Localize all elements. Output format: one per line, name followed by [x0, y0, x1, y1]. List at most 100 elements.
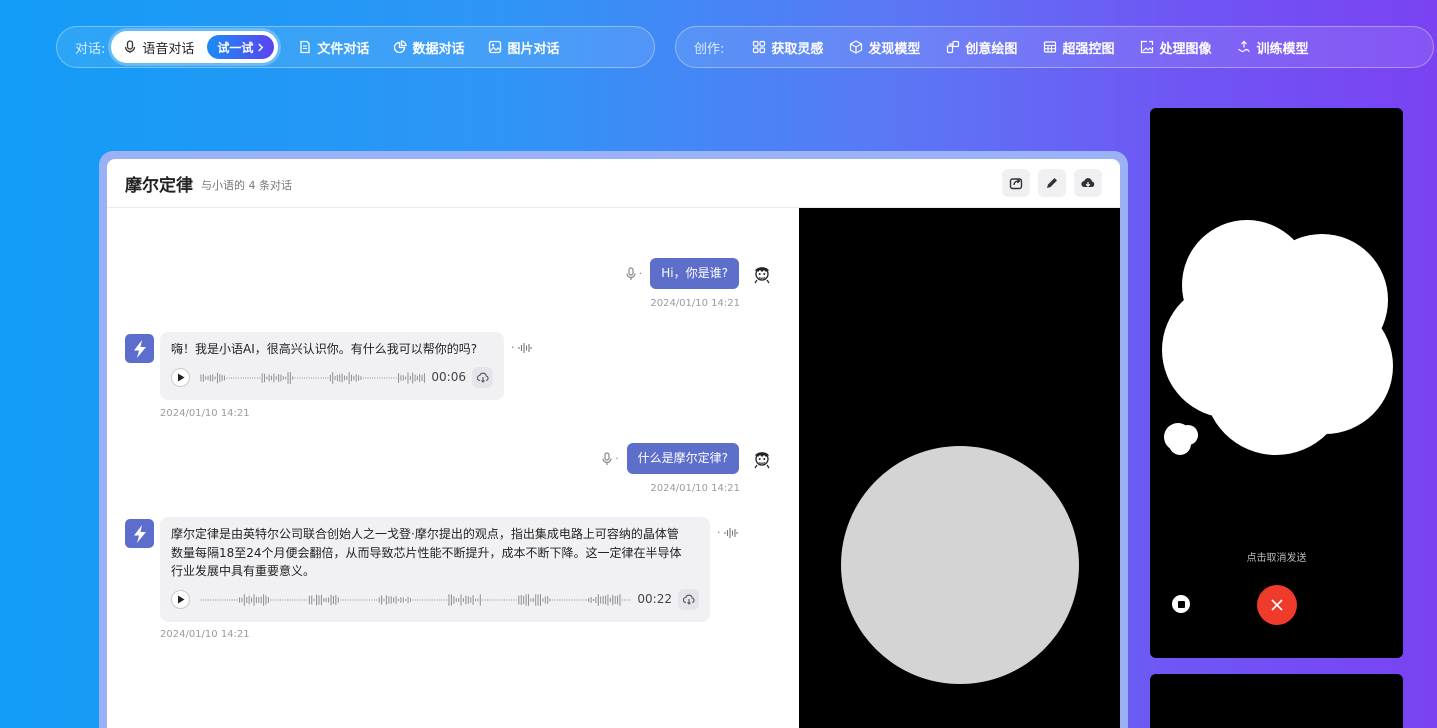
voice-input-marker: ·: [601, 451, 619, 466]
ai-message-text: 嗨！我是小语AI，很高兴认识你。有什么我可以帮你的吗?: [171, 342, 478, 356]
nav-file-dialog-label: 文件对话: [317, 41, 370, 57]
try-button-label: 试一试: [217, 40, 254, 55]
ai-bubble: 摩尔定律是由英特尔公司联合创始人之一戈登·摩尔提出的观点，指出集成电路上可容纳的…: [160, 517, 710, 622]
nav-image-dialog[interactable]: 图片对话: [488, 38, 559, 57]
thought-bubble-graphic: [1162, 220, 1393, 455]
message-timestamp: 2024/01/10 14:21: [650, 483, 740, 494]
file-icon: [300, 40, 311, 54]
nav-control-image-label: 超强控图: [1062, 41, 1115, 57]
voice-output-marker: ·: [717, 526, 738, 539]
camera-preview: [799, 208, 1120, 728]
audio-waveform: [200, 371, 425, 384]
nav-image-dialog-label: 图片对话: [507, 41, 560, 57]
edit-icon: [1047, 178, 1057, 188]
lightning-icon: [133, 524, 146, 543]
chat-title: 摩尔定律: [125, 175, 193, 196]
layout-icon: [1044, 41, 1057, 53]
nav-inspiration-label: 获取灵感: [771, 41, 824, 57]
secondary-panel: [1150, 674, 1403, 728]
voice-input-marker: ·: [625, 266, 642, 281]
user-bubble: Hi，你是谁?: [650, 258, 739, 289]
chat-header-actions: [1002, 169, 1102, 197]
message-timestamp: 2024/01/10 14:21: [160, 408, 250, 419]
cancel-send-button[interactable]: [1257, 585, 1297, 625]
play-icon: [177, 373, 184, 382]
ai-message-line: 行业发展中具有重要意义。: [171, 564, 316, 578]
message-timestamp: 2024/01/10 14:21: [650, 298, 740, 309]
image-icon: [489, 40, 502, 54]
nav-voice-dialog-label: 语音对话: [142, 41, 195, 57]
user-avatar: [754, 451, 770, 468]
chat-message-area: · Hi，你是谁? 2024/01/10 14:21 嗨！我是小语AI，很高兴认…: [107, 208, 799, 728]
lightning-icon: [133, 339, 146, 358]
audio-player: 00:06: [171, 365, 493, 391]
voice-output-marker: ·: [511, 341, 532, 354]
user-bubble: 什么是摩尔定律?: [626, 443, 739, 474]
ai-message-line: 数量每隔18至24个月便会翻倍，从而导致芯片性能不断提升，成本不断下降。这一定律…: [171, 545, 682, 560]
nav-file-dialog[interactable]: 文件对话: [298, 38, 369, 57]
chart-pie-icon: [394, 40, 408, 54]
nav-train-model[interactable]: 训练模型: [1237, 38, 1308, 57]
nav-process-image-label: 处理图像: [1159, 41, 1212, 57]
try-button[interactable]: 试一试: [207, 35, 275, 59]
chevron-right-icon: [258, 43, 264, 51]
close-icon: [1271, 599, 1283, 611]
audio-download-button[interactable]: [678, 589, 699, 610]
play-button[interactable]: [171, 590, 190, 609]
chat-subtitle: 与小语的 4 条对话: [201, 178, 292, 192]
mic-icon: [626, 266, 636, 280]
chat-header: 摩尔定律 与小语的 4 条对话: [107, 159, 1120, 208]
nav-train-model-label: 训练模型: [1256, 41, 1309, 57]
train-icon: [1238, 40, 1251, 53]
nav-creative-drawing-label: 创意绘图: [965, 41, 1018, 57]
nav-discover-models-label: 发现模型: [868, 41, 921, 57]
ai-avatar: [125, 519, 154, 548]
dialog-nav: 对话: 语音对话 试一试 文件对话 数据对话 图片对话: [56, 26, 655, 68]
play-icon: [177, 595, 184, 604]
nav-process-image[interactable]: 处理图像: [1140, 38, 1211, 57]
soundwave-icon: [517, 342, 532, 353]
nav-creative-drawing[interactable]: 创意绘图: [946, 38, 1017, 57]
dialog-nav-prefix: 对话:: [75, 41, 106, 57]
share-icon: [1009, 178, 1023, 190]
mic-icon: [125, 40, 136, 53]
palette-icon: [947, 40, 960, 54]
audio-player: 00:22: [171, 587, 699, 613]
soundwave-icon: [723, 527, 738, 538]
play-button[interactable]: [171, 368, 190, 387]
edit-button[interactable]: [1038, 169, 1066, 197]
image-edit-icon: [1141, 40, 1154, 54]
cloud-download-icon: [682, 594, 694, 605]
message-timestamp: 2024/01/10 14:21: [160, 629, 250, 640]
audio-waveform: [200, 593, 631, 606]
cancel-hint: 点击取消发送: [1246, 553, 1307, 564]
audio-duration: 00:22: [637, 592, 672, 607]
cube-icon: [850, 40, 863, 54]
create-nav: 创作: 获取灵感 发现模型 创意绘图 超强控图 处理图像 训练模型: [675, 26, 1434, 68]
chat-card-frame: 摩尔定律 与小语的 4 条对话 · Hi，你是谁? 2024/01/10 14:…: [99, 151, 1128, 728]
nav-inspiration[interactable]: 获取灵感: [752, 38, 823, 57]
nav-discover-models[interactable]: 发现模型: [849, 38, 920, 57]
create-nav-prefix: 创作:: [694, 41, 725, 57]
audio-duration: 00:06: [431, 370, 466, 385]
chat-card: 摩尔定律 与小语的 4 条对话 · Hi，你是谁? 2024/01/10 14:…: [107, 159, 1120, 728]
nav-data-dialog[interactable]: 数据对话: [393, 38, 464, 57]
nav-voice-dialog[interactable]: 语音对话 试一试: [111, 31, 279, 63]
ai-bubble: 嗨！我是小语AI，很高兴认识你。有什么我可以帮你的吗? 00:06: [160, 332, 504, 400]
user-message: · 什么是摩尔定律?: [601, 443, 799, 474]
cloud-download-button[interactable]: [1074, 169, 1102, 197]
audio-download-button[interactable]: [472, 367, 493, 388]
camera-avatar-circle: [841, 446, 1079, 684]
user-message: · Hi，你是谁?: [625, 258, 799, 289]
cloud-download-icon: [1081, 178, 1095, 188]
ai-avatar: [125, 334, 154, 363]
nav-data-dialog-label: 数据对话: [412, 41, 465, 57]
user-avatar: [754, 266, 770, 283]
voice-recording-panel: 点击取消发送: [1150, 108, 1403, 658]
grid-icon: [753, 40, 766, 54]
mic-icon: [602, 451, 612, 465]
nav-control-image[interactable]: 超强控图: [1043, 38, 1114, 57]
share-button[interactable]: [1002, 169, 1030, 197]
cloud-download-icon: [476, 372, 488, 383]
stop-record-button[interactable]: [1172, 595, 1190, 613]
